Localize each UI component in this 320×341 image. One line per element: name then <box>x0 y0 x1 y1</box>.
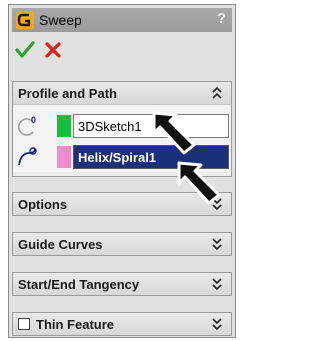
options-group: Options <box>12 192 232 216</box>
chevron-down-icon[interactable] <box>211 317 223 331</box>
path-color-swatch <box>57 146 71 168</box>
guide-curves-label: Guide Curves <box>18 236 103 252</box>
thin-feature-header[interactable]: Thin Feature <box>13 313 231 335</box>
thin-feature-group: Thin Feature <box>12 312 232 336</box>
profile-value: 3DSketch1 <box>78 118 142 134</box>
tangency-label: Start/End Tangency <box>18 276 140 292</box>
thin-feature-checkbox[interactable] <box>18 318 30 330</box>
chevron-down-icon[interactable] <box>211 197 223 211</box>
profile-row: 0 3DSketch1 <box>17 114 229 138</box>
profile-and-path-header[interactable]: Profile and Path <box>13 82 231 104</box>
tangency-header[interactable]: Start/End Tangency <box>13 273 231 295</box>
guide-curves-header[interactable]: Guide Curves <box>13 233 231 255</box>
profile-and-path-label: Profile and Path <box>18 85 117 101</box>
chevron-down-icon[interactable] <box>211 277 223 291</box>
path-row: Helix/Spiral1 <box>17 145 229 169</box>
close-icon[interactable] <box>45 42 61 58</box>
action-buttons <box>15 39 61 61</box>
path-value: Helix/Spiral1 <box>78 149 157 165</box>
options-header[interactable]: Options <box>13 193 231 215</box>
svg-text:0: 0 <box>31 115 36 125</box>
profile-field[interactable]: 3DSketch1 <box>73 114 229 138</box>
options-label: Options <box>18 196 68 212</box>
profile-and-path-body: 0 3DSketch1 Helix/Spiral1 <box>13 104 231 172</box>
sweep-icon <box>16 11 34 29</box>
chevron-down-icon[interactable] <box>211 237 223 251</box>
help-icon[interactable]: ? <box>217 10 226 27</box>
path-selection-icon <box>18 147 37 166</box>
title-bar: Sweep ? <box>12 8 232 32</box>
check-icon[interactable] <box>15 41 35 59</box>
panel-title: Sweep <box>39 12 82 28</box>
path-field[interactable]: Helix/Spiral1 <box>73 145 229 169</box>
profile-selection-icon: 0 <box>18 115 36 136</box>
thin-feature-label: Thin Feature <box>36 316 115 332</box>
profile-and-path-group: Profile and Path 0 3DSketch1 Helix/Spira… <box>12 81 232 177</box>
tangency-group: Start/End Tangency <box>12 272 232 296</box>
profile-color-swatch <box>57 115 71 137</box>
sweep-property-manager: Sweep ? Profile and Path 0 3DSketch1 Hel… <box>8 4 236 338</box>
guide-curves-group: Guide Curves <box>12 232 232 256</box>
chevron-up-icon[interactable] <box>211 86 223 100</box>
